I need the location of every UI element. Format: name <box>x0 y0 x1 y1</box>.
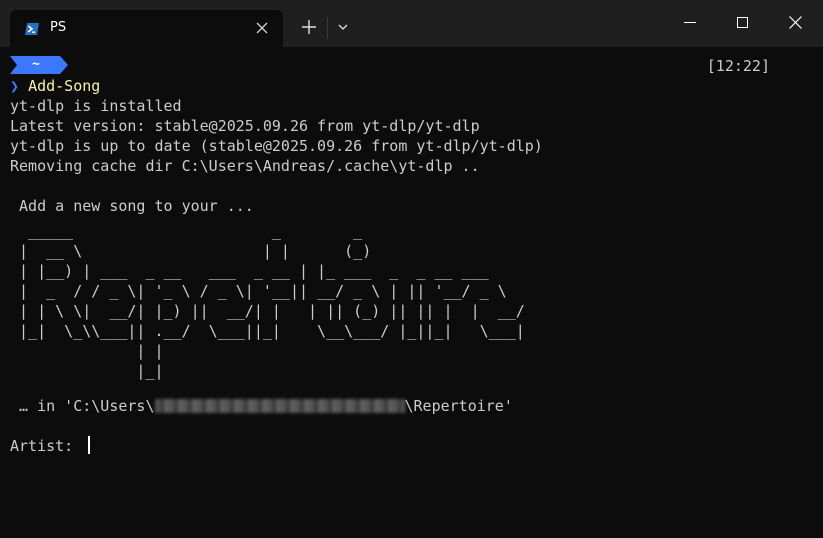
command-text: Add-Song <box>28 77 101 95</box>
ascii-banner: _____ _ _ | __ \ | | (_) | |__) | ___ _ … <box>19 222 525 380</box>
titlebar-separator <box>327 17 328 39</box>
path-suffix: \Repertoire' <box>404 397 513 415</box>
title-bar: PS <box>0 0 823 47</box>
prompt-time: [12:22] <box>706 57 770 75</box>
prompt-path-segment: ~ <box>10 56 70 74</box>
output-line: Latest version: stable@2025.09.26 from y… <box>10 117 480 135</box>
output-line: yt-dlp is installed <box>10 97 182 115</box>
artist-prompt: Artist: <box>10 436 91 456</box>
tab-ps[interactable]: PS <box>10 10 283 47</box>
artist-label: Artist: <box>10 437 83 455</box>
prompt-chevron: ❯ <box>10 77 20 95</box>
command-line: ❯ Add-Song <box>10 76 100 96</box>
output-line: yt-dlp is up to date (stable@2025.09.26 … <box>10 137 543 155</box>
close-icon[interactable] <box>789 16 802 29</box>
close-tab-icon[interactable] <box>255 21 269 35</box>
text-cursor[interactable] <box>88 436 91 454</box>
path-prefix: … in 'C:\Users\ <box>10 397 155 415</box>
chevron-down-icon[interactable] <box>338 24 348 31</box>
plus-icon[interactable] <box>302 20 316 34</box>
terminal-pane[interactable]: ~ [12:22] ❯ Add-Song yt-dlp is installed… <box>10 50 810 530</box>
tab-title: PS <box>50 20 67 35</box>
output-line: Removing cache dir C:\Users\Andreas/.cac… <box>10 157 480 175</box>
intro-text: Add a new song to your ... <box>10 197 254 215</box>
prompt-path: ~ <box>32 57 40 72</box>
minimize-icon[interactable] <box>684 22 696 23</box>
maximize-icon[interactable] <box>737 17 748 28</box>
redacted-username <box>154 399 405 413</box>
powershell-icon <box>25 23 39 35</box>
repertoire-path: … in 'C:\Users\ \Repertoire' <box>10 396 513 416</box>
